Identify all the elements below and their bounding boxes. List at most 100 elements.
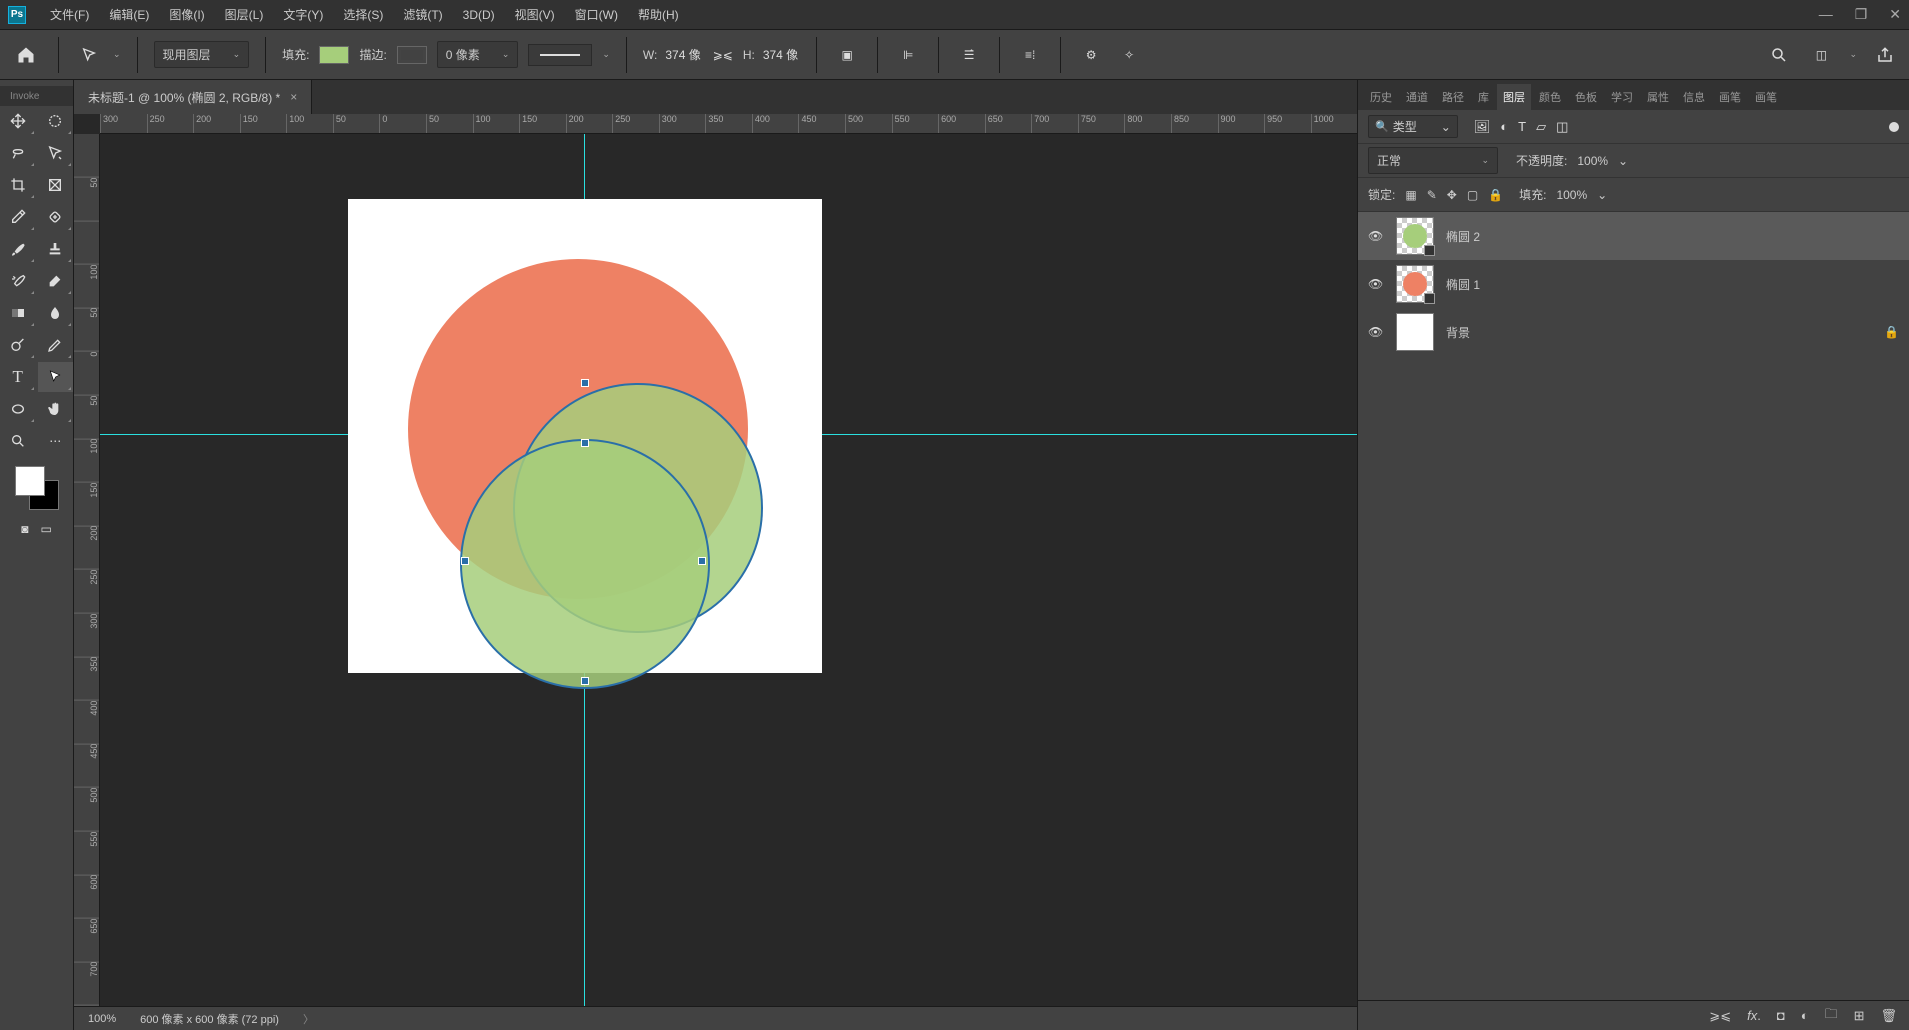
fill-opacity-value[interactable]: 100% [1556, 188, 1587, 202]
close-tab-icon[interactable]: × [290, 90, 297, 104]
layer-name[interactable]: 椭圆 1 [1446, 276, 1480, 293]
layer-group-icon[interactable]: 🗀 [1825, 1005, 1838, 1027]
blend-mode-select[interactable]: 正常 ⌄ [1368, 147, 1498, 174]
zoom-level[interactable]: 100% [88, 1013, 116, 1025]
foreground-color-swatch[interactable] [15, 466, 45, 496]
gear-icon[interactable]: ⚙ [1077, 41, 1105, 69]
menu-select[interactable]: 选择(S) [343, 6, 383, 23]
lock-all-icon[interactable]: 🔒 [1488, 188, 1503, 202]
filter-type-icon[interactable]: T [1518, 119, 1526, 135]
target-layer-select[interactable]: 现用图层 ⌄ [154, 41, 250, 68]
lasso-tool[interactable] [0, 138, 36, 168]
move-tool[interactable] [0, 106, 36, 136]
layer-row[interactable]: 👁背景🔒 [1358, 308, 1909, 356]
collapsed-tab-label[interactable]: Invoke [10, 91, 39, 102]
document-tab[interactable]: 未标题-1 @ 100% (椭圆 2, RGB/8) * × [74, 80, 312, 114]
menu-filter[interactable]: 滤镜(T) [403, 6, 442, 23]
eyedropper-tool[interactable] [0, 202, 36, 232]
width-field[interactable]: 374 像 [663, 46, 702, 63]
layer-fx-icon[interactable]: fx. [1747, 1008, 1761, 1023]
delete-layer-icon[interactable]: 🗑 [1880, 1008, 1897, 1024]
close-window-icon[interactable]: ✕ [1889, 6, 1901, 23]
share-icon[interactable] [1871, 41, 1899, 69]
pen-tool[interactable] [38, 330, 74, 360]
layer-row[interactable]: 👁椭圆 1 [1358, 260, 1909, 308]
layer-thumbnail[interactable] [1396, 265, 1434, 303]
history-brush-tool[interactable] [0, 266, 36, 296]
layer-name[interactable]: 椭圆 2 [1446, 228, 1480, 245]
menu-help[interactable]: 帮助(H) [638, 6, 679, 23]
crop-tool[interactable] [0, 170, 36, 200]
canvas-dimensions[interactable]: 600 像素 x 600 像素 (72 ppi) [140, 1011, 279, 1027]
lock-transparency-icon[interactable]: ▦ [1405, 188, 1416, 202]
eraser-tool[interactable] [38, 266, 74, 296]
canvas[interactable] [348, 199, 822, 673]
shape-ellipse-2-b[interactable] [460, 439, 710, 689]
filter-toggle[interactable] [1889, 122, 1899, 132]
path-distribute-icon[interactable]: ≡⁞ [1016, 41, 1044, 69]
color-wells[interactable] [13, 464, 61, 512]
frame-tool[interactable] [38, 170, 74, 200]
panel-tab[interactable]: 属性 [1641, 84, 1675, 110]
path-select-tool[interactable] [38, 362, 74, 392]
brush-tool[interactable] [0, 234, 36, 264]
height-field[interactable]: 374 像 [761, 46, 800, 63]
transform-handle[interactable] [698, 557, 706, 565]
panel-tab[interactable]: 学习 [1605, 84, 1639, 110]
more-tools[interactable]: ⋯ [38, 426, 74, 456]
menu-file[interactable]: 文件(F) [50, 6, 89, 23]
lock-artboard-icon[interactable]: ▢ [1467, 188, 1478, 202]
menu-image[interactable]: 图像(I) [169, 6, 204, 23]
menu-view[interactable]: 视图(V) [515, 6, 555, 23]
layer-thumbnail[interactable] [1396, 217, 1434, 255]
minimize-icon[interactable]: — [1819, 6, 1833, 23]
shape-tool[interactable] [0, 394, 36, 424]
canvas-viewport[interactable] [100, 134, 1357, 1006]
layer-visibility-icon[interactable]: 👁 [1368, 229, 1384, 243]
panel-tab[interactable]: 信息 [1677, 84, 1711, 110]
lock-position-icon[interactable]: ✥ [1447, 188, 1457, 202]
hand-tool[interactable] [38, 394, 74, 424]
panel-tab[interactable]: 画笔 [1749, 84, 1783, 110]
panel-tab[interactable]: 图层 [1497, 84, 1531, 110]
stroke-color-swatch[interactable] [397, 46, 427, 64]
restore-icon[interactable]: ❐ [1855, 6, 1868, 23]
menu-type[interactable]: 文字(Y) [283, 6, 323, 23]
path-combine-icon[interactable]: ▣ [833, 41, 861, 69]
menu-layer[interactable]: 图层(L) [225, 6, 264, 23]
stroke-style-select[interactable] [528, 44, 592, 66]
panel-tab[interactable]: 通道 [1400, 84, 1434, 110]
menu-edit[interactable]: 编辑(E) [109, 6, 149, 23]
path-arrange-icon[interactable]: ☰̂ [955, 41, 983, 69]
layer-mask-icon[interactable]: ◘ [1777, 1008, 1785, 1023]
workspace-switcher-icon[interactable]: ◫ [1807, 41, 1835, 69]
lock-paint-icon[interactable]: ✎ [1427, 188, 1437, 202]
healing-tool[interactable] [38, 202, 74, 232]
layer-row[interactable]: 👁 椭圆 2 [1358, 212, 1909, 260]
stroke-width-select[interactable]: 0 像素 ⌄ [437, 41, 519, 68]
link-layers-icon[interactable]: ⩾⩽ [1709, 1008, 1731, 1024]
layer-name[interactable]: 背景 [1446, 324, 1470, 341]
blur-tool[interactable] [38, 298, 74, 328]
panel-tab[interactable]: 库 [1472, 84, 1495, 110]
path-select-tool-icon[interactable] [75, 41, 103, 69]
layer-visibility-icon[interactable]: 👁 [1368, 325, 1384, 339]
new-layer-icon[interactable]: ⊞ [1854, 1008, 1865, 1024]
marquee-tool[interactable] [38, 106, 74, 136]
zoom-tool[interactable] [0, 426, 36, 456]
filter-pixel-icon[interactable]: 🖼 [1474, 119, 1491, 135]
filter-adjust-icon[interactable]: ◐ [1500, 119, 1508, 135]
type-tool[interactable]: T [0, 362, 36, 392]
opacity-value[interactable]: 100% [1577, 154, 1608, 168]
transform-handle[interactable] [581, 677, 589, 685]
menu-window[interactable]: 窗口(W) [575, 6, 618, 23]
filter-shape-icon[interactable]: ▱ [1536, 119, 1546, 135]
panel-tab[interactable]: 颜色 [1533, 84, 1567, 110]
transform-handle[interactable] [461, 557, 469, 565]
transform-handle[interactable] [581, 439, 589, 447]
link-wh-icon[interactable]: ⩾⩽ [713, 48, 733, 62]
layer-filter-kind[interactable]: 🔍 类型 ⌄ [1368, 115, 1458, 138]
quick-select-tool[interactable] [38, 138, 74, 168]
gradient-tool[interactable] [0, 298, 36, 328]
screen-mode-icon[interactable]: ▭ [40, 522, 51, 536]
